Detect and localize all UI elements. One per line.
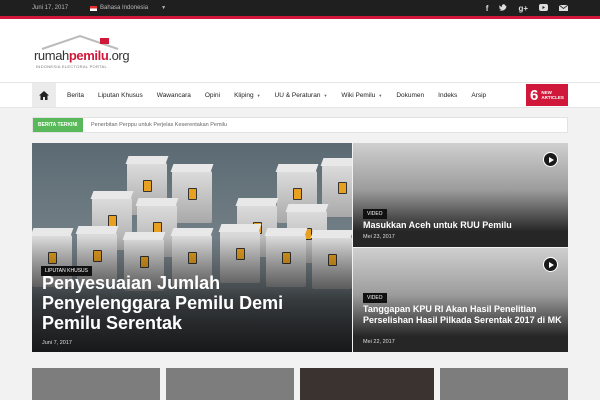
- breaking-news-ticker: BERITA TERKINI Penerbitan Perppu untuk P…: [32, 117, 568, 133]
- more-articles-row: [32, 368, 568, 400]
- new-articles-button[interactable]: 6 NEW ARTICLES: [526, 84, 568, 106]
- home-icon: [39, 90, 49, 100]
- article-thumbnail[interactable]: [440, 368, 568, 400]
- home-button[interactable]: [32, 83, 56, 107]
- caret-down-icon: ▼: [161, 5, 167, 11]
- chevron-down-icon: ▼: [378, 92, 383, 98]
- new-articles-count: 6: [530, 86, 539, 104]
- nav-item-berita[interactable]: Berita: [60, 92, 91, 99]
- new-articles-label: NEW ARTICLES: [541, 90, 564, 100]
- nav-item-arsip[interactable]: Arsip: [464, 92, 493, 99]
- logo-tagline: INDONESIA ELECTORAL PORTAL: [36, 64, 108, 69]
- category-badge[interactable]: VIDEO: [363, 293, 387, 303]
- article-thumbnail[interactable]: [166, 368, 294, 400]
- nav-item-kliping[interactable]: Kliping ▼: [227, 92, 267, 99]
- google-plus-icon[interactable]: g+: [518, 4, 528, 13]
- ticker-headline[interactable]: Penerbitan Perppu untuk Perjelas Keseren…: [91, 122, 227, 128]
- twitter-icon[interactable]: [499, 3, 508, 13]
- site-logo[interactable]: rumahpemilu.org INDONESIA ELECTORAL PORT…: [34, 34, 130, 74]
- featured-title[interactable]: Penyesuaian Jumlah Penyelenggara Pemilu …: [42, 273, 342, 333]
- nav-item-indeks[interactable]: Indeks: [431, 92, 464, 99]
- play-icon[interactable]: [543, 152, 558, 167]
- nav-item-wiki-pemilu[interactable]: Wiki Pemilu ▼: [334, 92, 389, 99]
- side-article[interactable]: VIDEO Masukkan Aceh untuk RUU Pemilu Mei…: [353, 143, 568, 247]
- chevron-down-icon: ▼: [256, 92, 261, 98]
- main-nav: Berita Liputan Khusus Wawancara Opini Kl…: [0, 82, 600, 108]
- category-badge[interactable]: VIDEO: [363, 209, 387, 219]
- ticker-tag: BERITA TERKINI: [33, 118, 83, 132]
- nav-item-dokumen[interactable]: Dokumen: [389, 92, 431, 99]
- side-article-date: Mei 23, 2017: [363, 234, 395, 240]
- side-article-title[interactable]: Tanggapan KPU RI Akan Hasil Penelitian P…: [363, 304, 563, 326]
- site-header: rumahpemilu.org INDONESIA ELECTORAL PORT…: [0, 19, 600, 82]
- nav-item-uu-peraturan[interactable]: UU & Peraturan ▼: [268, 92, 335, 99]
- side-article[interactable]: VIDEO Tanggapan KPU RI Akan Hasil Peneli…: [353, 248, 568, 352]
- current-date: Juni 17, 2017: [32, 5, 69, 11]
- side-article-title[interactable]: Masukkan Aceh untuk RUU Pemilu: [363, 220, 563, 231]
- article-thumbnail[interactable]: [300, 368, 434, 400]
- indonesia-flag-icon: [90, 5, 98, 11]
- nav-item-wawancara[interactable]: Wawancara: [150, 92, 198, 99]
- youtube-icon[interactable]: [539, 3, 548, 13]
- social-links: f g+: [486, 0, 569, 16]
- nav-item-opini[interactable]: Opini: [198, 92, 227, 99]
- featured-date: Juni 7, 2017: [42, 340, 72, 346]
- mail-icon[interactable]: [558, 4, 569, 13]
- play-icon[interactable]: [543, 257, 558, 272]
- top-bar: Juni 17, 2017 Bahasa Indonesia ▼ f g+: [0, 0, 600, 16]
- featured-article[interactable]: LIPUTAN KHUSUS Penyesuaian Jumlah Penyel…: [32, 143, 352, 352]
- nav-item-liputan-khusus[interactable]: Liputan Khusus: [91, 92, 150, 99]
- chevron-down-icon: ▼: [323, 92, 328, 98]
- article-thumbnail[interactable]: [32, 368, 160, 400]
- facebook-icon[interactable]: f: [486, 4, 489, 13]
- logo-wordmark: rumahpemilu.org: [34, 48, 130, 63]
- language-selector[interactable]: Bahasa Indonesia ▼: [90, 5, 166, 11]
- language-label: Bahasa Indonesia: [100, 5, 149, 11]
- side-article-date: Mei 22, 2017: [363, 339, 395, 345]
